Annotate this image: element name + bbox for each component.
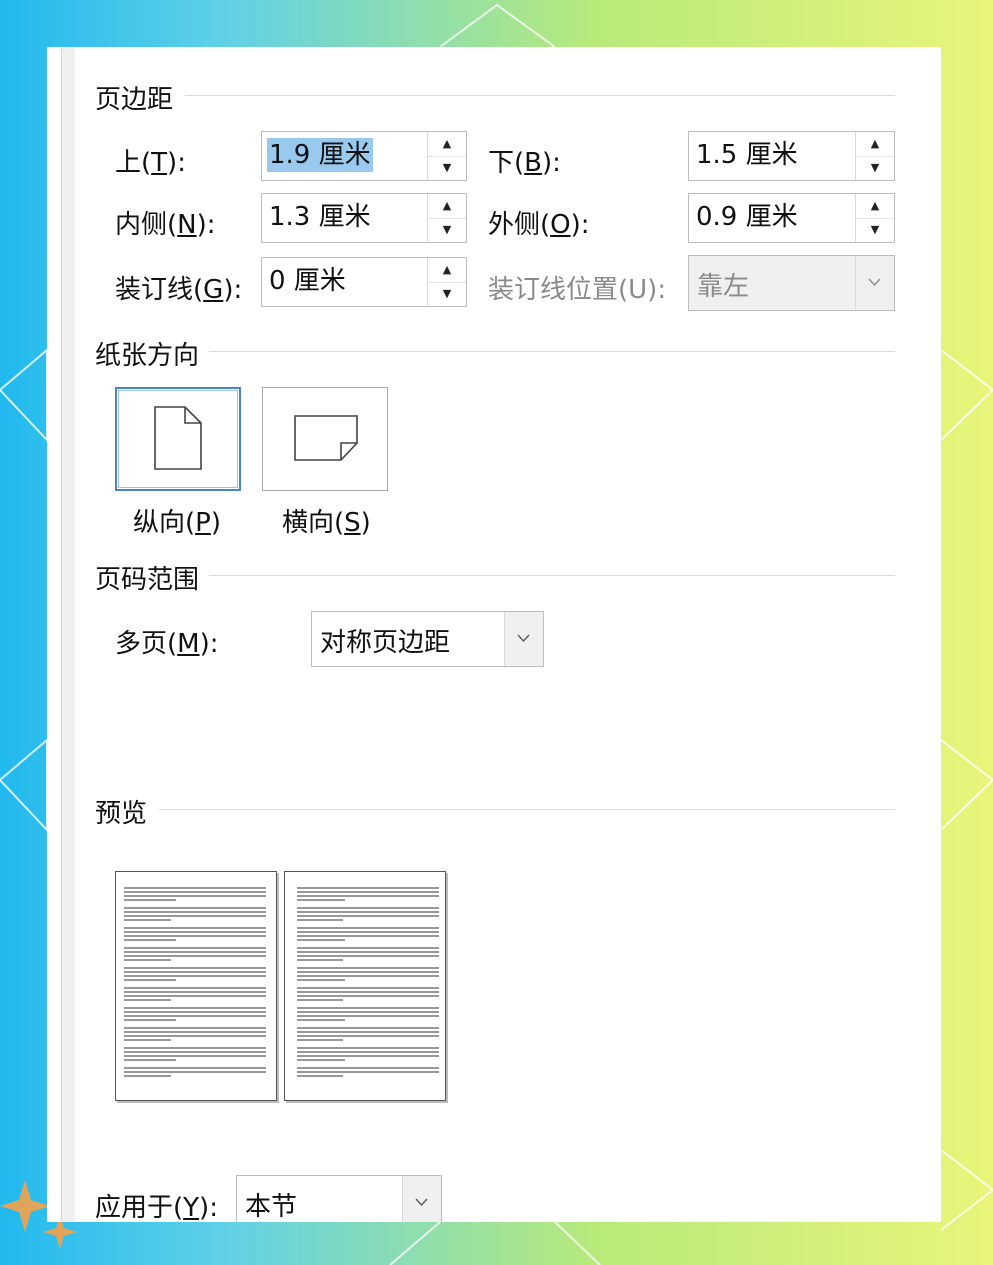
top-margin-spinner[interactable]: 1.9 厘米 ▲ ▼ [261,131,467,181]
bottom-margin-spinner[interactable]: 1.5 厘米 ▲ ▼ [688,131,895,181]
spin-up-icon[interactable]: ▲ [856,132,894,157]
multiple-pages-value[interactable]: 对称页边距 [320,622,450,659]
multiple-pages-select[interactable]: 对称页边距 [311,611,544,667]
gutter-position-select: 靠左 [688,255,895,311]
spin-up-icon[interactable]: ▲ [428,194,466,219]
spin-down-icon[interactable]: ▼ [428,218,466,242]
spin-down-icon[interactable]: ▼ [856,156,894,180]
spin-up-icon[interactable]: ▲ [856,194,894,219]
spinner-arrows: ▲ ▼ [427,132,466,180]
section-pages-title: 页码范围 [95,565,200,595]
outside-margin-label: 外侧(O): [488,210,590,240]
outside-margin-value[interactable]: 0.9 厘米 [694,200,800,234]
apply-to-label: 应用于(Y): [95,1193,218,1222]
spin-down-icon[interactable]: ▼ [428,282,466,306]
spinner-arrows: ▲ ▼ [855,194,894,242]
inside-margin-value[interactable]: 1.3 厘米 [267,200,373,234]
spin-down-icon[interactable]: ▼ [428,156,466,180]
section-separator [209,575,895,576]
portrait-page-icon [154,406,202,470]
preview-page-right [284,871,446,1101]
page-setup-dialog: 页边距 上(T): 1.9 厘米 ▲ ▼ 下(B): 1.5 厘米 ▲ ▼ 内侧… [75,47,913,1222]
landscape-page-icon [294,415,358,461]
outside-margin-spinner[interactable]: 0.9 厘米 ▲ ▼ [688,193,895,243]
chevron-down-icon[interactable] [402,1176,441,1222]
spinner-arrows: ▲ ▼ [427,258,466,306]
section-separator [185,95,895,96]
apply-to-select[interactable]: 本节 [236,1175,442,1222]
window-left-edge [47,47,62,1222]
landscape-label[interactable]: 横向(S) [282,502,371,539]
section-separator [159,809,895,810]
section-separator [209,351,895,352]
portrait-label[interactable]: 纵向(P) [133,502,221,539]
page-setup-window: 页边距 上(T): 1.9 厘米 ▲ ▼ 下(B): 1.5 厘米 ▲ ▼ 内侧… [47,47,941,1222]
preview-text-lines [124,887,266,1077]
section-preview-title: 预览 [95,799,148,829]
top-margin-value[interactable]: 1.9 厘米 [267,138,373,172]
section-margins-title: 页边距 [95,85,174,115]
gutter-value[interactable]: 0 厘米 [267,264,348,298]
gutter-position-value: 靠左 [697,272,750,302]
portrait-option[interactable] [115,387,241,491]
landscape-option[interactable] [262,387,388,491]
inside-margin-spinner[interactable]: 1.3 厘米 ▲ ▼ [261,193,467,243]
chevron-down-icon [855,256,894,310]
gutter-spinner[interactable]: 0 厘米 ▲ ▼ [261,257,467,307]
inside-margin-label: 内侧(N): [115,210,216,240]
gutter-label: 装订线(G): [115,275,243,305]
bottom-margin-value[interactable]: 1.5 厘米 [694,138,800,172]
preview-page-left [115,871,277,1101]
multiple-pages-label: 多页(M): [115,629,219,659]
window-right-edge [912,47,941,1222]
chevron-down-icon[interactable] [504,612,543,666]
section-orientation-title: 纸张方向 [95,341,200,371]
bottom-margin-label: 下(B): [488,148,561,178]
spinner-arrows: ▲ ▼ [427,194,466,242]
top-margin-label: 上(T): [115,148,186,178]
gutter-position-label: 装订线位置(U): [488,275,667,305]
spin-up-icon[interactable]: ▲ [428,132,466,157]
spin-down-icon[interactable]: ▼ [856,218,894,242]
spinner-arrows: ▲ ▼ [855,132,894,180]
spin-up-icon[interactable]: ▲ [428,258,466,283]
apply-to-value[interactable]: 本节 [245,1186,297,1222]
preview-text-lines [297,887,439,1077]
